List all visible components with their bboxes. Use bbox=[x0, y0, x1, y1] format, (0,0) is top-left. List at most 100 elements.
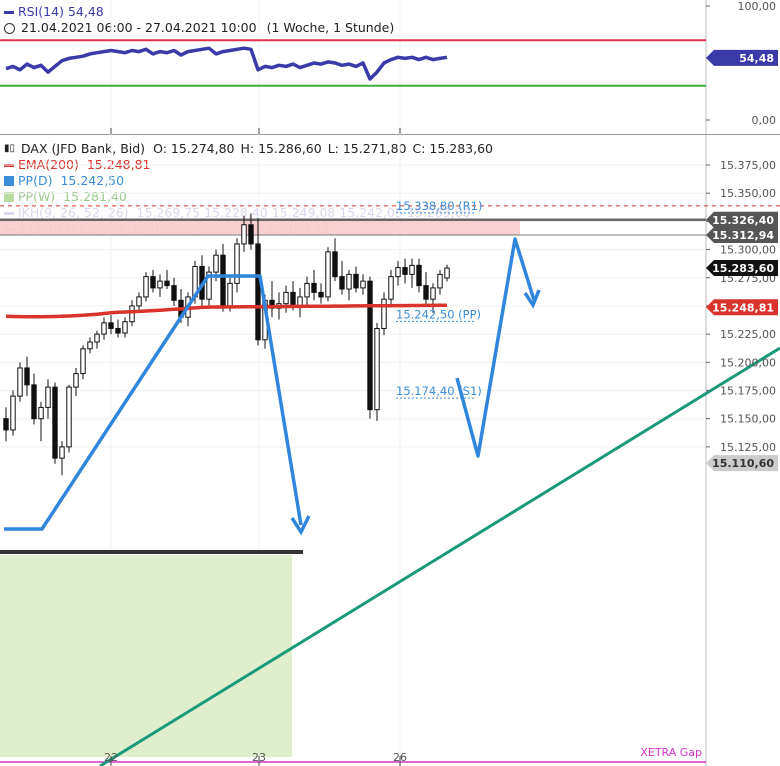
pivot-label: 15.242,50 (PP) bbox=[396, 307, 481, 321]
candle-body bbox=[339, 276, 345, 290]
price-tick-label: 15.175,00 bbox=[720, 385, 776, 398]
candle-body bbox=[143, 276, 149, 298]
candle-body bbox=[353, 273, 359, 289]
candle bbox=[367, 276, 373, 419]
candle bbox=[31, 373, 37, 425]
candle-body bbox=[248, 224, 254, 245]
scenario-arrow-2 bbox=[455, 237, 536, 458]
price-tag-text: 15.326,40 bbox=[712, 214, 774, 227]
candle bbox=[416, 258, 422, 293]
pivot-label: 15.174,40 (S1) bbox=[396, 384, 482, 398]
candle-body bbox=[395, 267, 401, 278]
candle bbox=[402, 258, 408, 284]
x-tick-label: 22 bbox=[104, 751, 118, 764]
candle bbox=[339, 260, 345, 295]
candle-body bbox=[444, 267, 450, 279]
candle-body bbox=[311, 282, 317, 293]
candle-body bbox=[66, 386, 72, 448]
candle bbox=[269, 281, 275, 318]
price-tag: 15.312,94 bbox=[706, 226, 778, 243]
candle bbox=[206, 266, 212, 309]
candle-body bbox=[87, 341, 93, 350]
candle-body bbox=[318, 291, 324, 298]
candle-body bbox=[430, 287, 436, 300]
price-chart[interactable]: 15.338,80 (R1) 15.242,50 (PP) 15.174,40 (S… bbox=[0, 0, 780, 766]
candle-body bbox=[283, 291, 289, 305]
candle bbox=[423, 272, 429, 306]
candle-body bbox=[304, 282, 310, 298]
candle-body bbox=[73, 373, 79, 388]
price-tick-label: 15.225,00 bbox=[720, 328, 776, 341]
candle-body bbox=[3, 418, 9, 431]
candle-body bbox=[423, 285, 429, 300]
price-tick-label: 15.150,00 bbox=[720, 413, 776, 426]
xetra-gap-label: XETRA Gap bbox=[640, 746, 702, 759]
candle-body bbox=[24, 367, 30, 386]
candle bbox=[234, 238, 240, 293]
price-tag: 15.326,40 bbox=[706, 211, 778, 228]
candle-body bbox=[52, 386, 58, 459]
candle-body bbox=[94, 333, 100, 343]
candle bbox=[346, 269, 352, 301]
candle-body bbox=[150, 276, 156, 289]
price-tag-text: 15.248,81 bbox=[712, 301, 774, 314]
candle-body bbox=[437, 273, 443, 289]
candle-body bbox=[220, 254, 226, 307]
candle-body bbox=[346, 273, 352, 290]
rsi-tag-text: 54,48 bbox=[739, 52, 774, 65]
price-tag-text: 15.110,60 bbox=[712, 457, 774, 470]
candle-body bbox=[157, 280, 163, 289]
candle-body bbox=[360, 280, 366, 289]
candle-body bbox=[416, 264, 422, 287]
candle-body bbox=[213, 254, 219, 273]
candle bbox=[52, 382, 58, 464]
candle bbox=[45, 379, 51, 419]
candle bbox=[143, 272, 149, 302]
candle bbox=[332, 238, 338, 282]
candle-body bbox=[115, 327, 121, 334]
price-tag-text: 15.283,60 bbox=[712, 262, 774, 275]
candles bbox=[3, 213, 450, 476]
candle bbox=[115, 319, 121, 338]
candle bbox=[283, 285, 289, 313]
price-tags: 15.326,40 15.312,94 15.283,60 15.248,81 15.1… bbox=[640, 49, 778, 759]
candle-body bbox=[297, 296, 303, 307]
candle bbox=[409, 258, 415, 288]
price-tick-label: 15.350,00 bbox=[720, 187, 776, 200]
candle-body bbox=[388, 276, 394, 300]
candle-body bbox=[80, 348, 86, 375]
ema200-line bbox=[5, 303, 448, 319]
candle bbox=[73, 367, 79, 397]
candle-body bbox=[108, 322, 114, 329]
candle bbox=[10, 390, 16, 436]
candle bbox=[108, 314, 114, 335]
price-tick-label: 15.375,00 bbox=[720, 159, 776, 172]
candle bbox=[325, 247, 331, 302]
candle bbox=[87, 337, 93, 354]
candle-body bbox=[332, 251, 338, 278]
candle bbox=[304, 276, 310, 306]
rsi-tick-label: 0,00 bbox=[752, 114, 777, 127]
candle bbox=[66, 384, 72, 453]
candle bbox=[150, 269, 156, 293]
candle-body bbox=[164, 280, 170, 287]
candle-body bbox=[38, 406, 44, 420]
candle-body bbox=[381, 298, 387, 329]
candle-body bbox=[59, 446, 65, 459]
candle-body bbox=[402, 267, 408, 275]
candle bbox=[381, 292, 387, 336]
candle-body bbox=[31, 384, 37, 420]
candle-body bbox=[290, 291, 296, 307]
price-tag: 15.110,60 bbox=[706, 455, 778, 472]
resistance-zone bbox=[0, 219, 520, 235]
candle-body bbox=[325, 251, 331, 298]
candle-body bbox=[171, 285, 177, 301]
candle-body bbox=[122, 321, 128, 334]
x-tick-label: 26 bbox=[393, 751, 407, 764]
pivot-label: 15.338,80 (R1) bbox=[396, 199, 482, 213]
candle bbox=[388, 269, 394, 306]
candle-body bbox=[255, 243, 261, 341]
candle-body bbox=[136, 296, 142, 307]
candle bbox=[311, 269, 317, 301]
candle-body bbox=[10, 395, 16, 431]
